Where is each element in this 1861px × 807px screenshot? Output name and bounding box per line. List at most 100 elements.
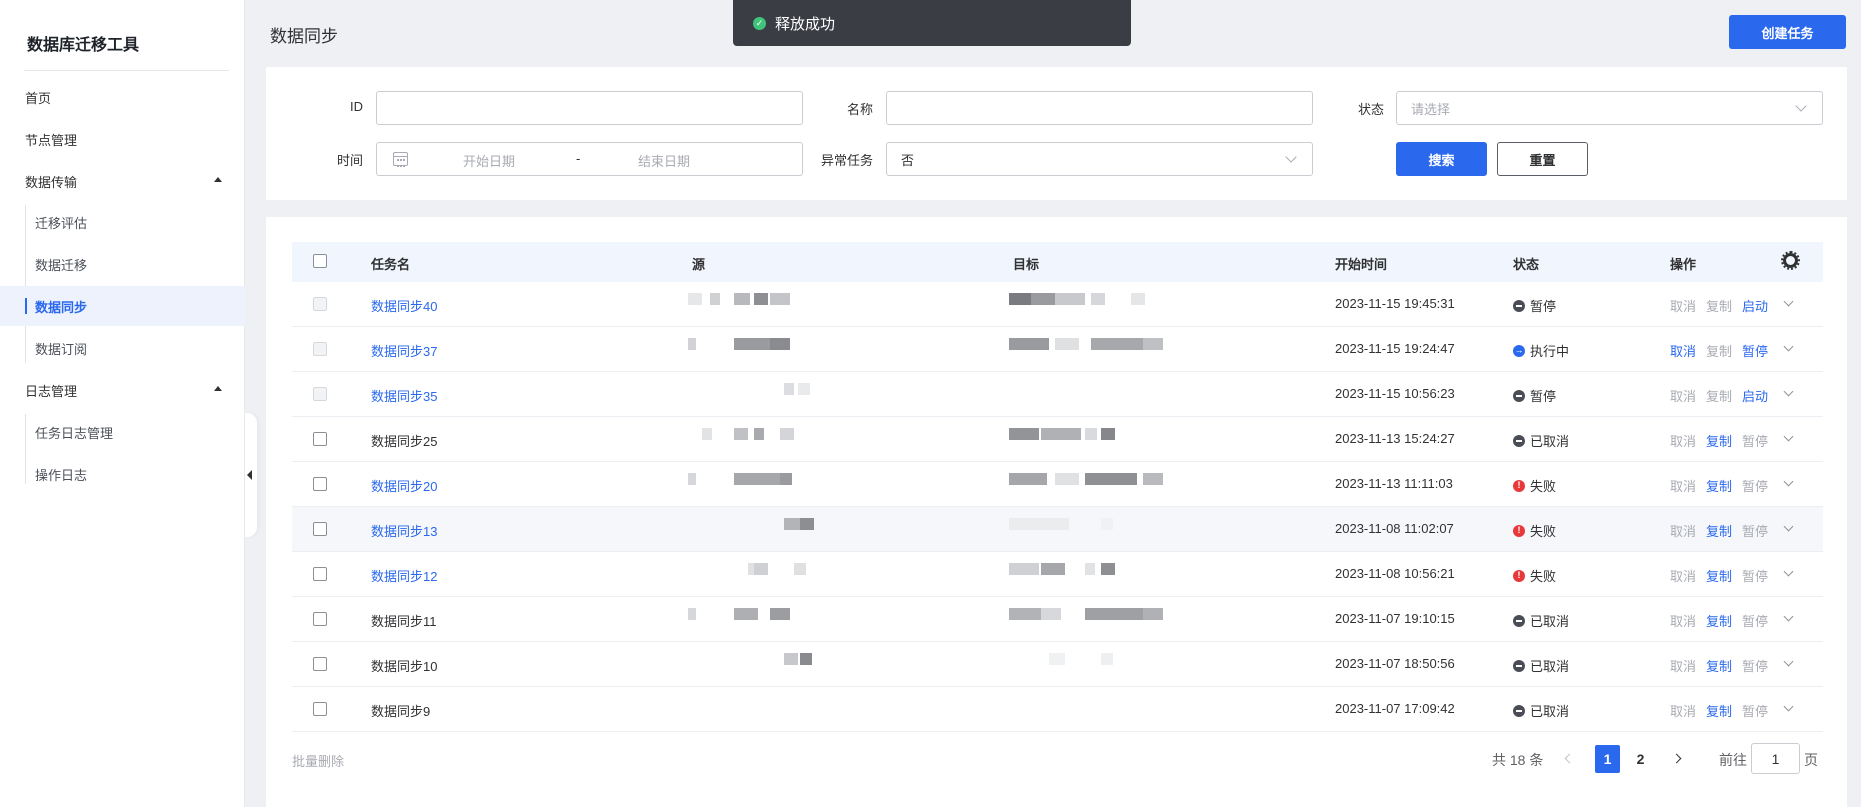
status-badge: ! 失败 [1513, 566, 1556, 585]
status-badge: ! 失败 [1513, 476, 1556, 495]
cancel-link[interactable]: 取消 [1670, 386, 1696, 405]
row-checkbox[interactable] [313, 477, 327, 491]
task-name[interactable]: 数据同步40 [371, 296, 437, 315]
status-text: 已取消 [1530, 704, 1570, 719]
abnormal-task-label: 异常任务 [820, 153, 873, 168]
nav-data-sync[interactable]: 数据同步 [0, 286, 245, 326]
cancel-link[interactable]: 取消 [1670, 656, 1696, 675]
success-toast: ✓ 释放成功 [733, 0, 1131, 46]
sidebar-collapse-toggle[interactable] [245, 413, 257, 537]
copy-link[interactable]: 复制 [1706, 386, 1732, 405]
copy-link[interactable]: 复制 [1706, 566, 1732, 585]
goto-prefix: 前往 [1719, 752, 1747, 768]
nav-log-management-label: 日志管理 [25, 383, 78, 399]
nav-data-migration[interactable]: 数据迁移 [0, 244, 245, 284]
start-time: 2023-11-07 17:09:42 [1335, 701, 1455, 716]
select-all-checkbox[interactable] [313, 254, 327, 268]
date-range-picker[interactable]: 开始日期 - 结束日期 [376, 142, 803, 176]
cancel-link[interactable]: 取消 [1670, 566, 1696, 585]
end-date-input[interactable]: 结束日期 [638, 151, 690, 170]
nav-data-transfer-label: 数据传输 [25, 174, 78, 190]
cancel-link[interactable]: 取消 [1670, 341, 1696, 360]
copy-link[interactable]: 复制 [1706, 341, 1732, 360]
page-2[interactable]: 2 [1628, 745, 1653, 773]
start-date-input[interactable]: 开始日期 [463, 151, 515, 170]
task-name[interactable]: 数据同步12 [371, 566, 437, 585]
nav-node-management[interactable]: 节点管理 [0, 119, 245, 159]
status-text: 失败 [1530, 524, 1557, 539]
status-text: 执行中 [1530, 344, 1570, 359]
reset-button[interactable]: 重置 [1497, 142, 1588, 176]
abnormal-task-select[interactable]: 否 [886, 142, 1313, 176]
target-redacted [1009, 648, 1193, 682]
row-checkbox[interactable] [313, 522, 327, 536]
toggle-link[interactable]: 暂停 [1742, 341, 1768, 360]
start-time: 2023-11-07 18:50:56 [1335, 656, 1455, 671]
cancel-link[interactable]: 取消 [1670, 521, 1696, 540]
task-name[interactable]: 数据同步20 [371, 476, 437, 495]
task-name[interactable]: 数据同步37 [371, 341, 437, 360]
copy-link[interactable]: 复制 [1706, 611, 1732, 630]
toggle-link[interactable]: 暂停 [1742, 566, 1768, 585]
copy-link[interactable]: 复制 [1706, 656, 1732, 675]
cancel-link[interactable]: 取消 [1670, 701, 1696, 720]
error-icon: ! [1513, 524, 1525, 537]
copy-link[interactable]: 复制 [1706, 521, 1732, 540]
nav-home[interactable]: 首页 [0, 77, 245, 117]
row-checkbox[interactable] [313, 432, 327, 446]
task-name[interactable]: 数据同步35 [371, 386, 437, 405]
task-name[interactable]: 数据同步13 [371, 521, 437, 540]
cancel-link[interactable]: 取消 [1670, 476, 1696, 495]
column-settings-gear-icon[interactable] [1781, 251, 1800, 270]
nav-data-transfer[interactable]: 数据传输 [0, 161, 245, 201]
toggle-link[interactable]: 启动 [1742, 296, 1768, 315]
cancel-link[interactable]: 取消 [1670, 296, 1696, 315]
toggle-link[interactable]: 暂停 [1742, 521, 1768, 540]
toggle-link[interactable]: 暂停 [1742, 656, 1768, 675]
goto-page-input[interactable] [1751, 743, 1800, 774]
row-checkbox[interactable] [313, 567, 327, 581]
row-checkbox[interactable] [313, 657, 327, 671]
copy-link[interactable]: 复制 [1706, 476, 1732, 495]
create-task-button[interactable]: 创建任务 [1729, 15, 1846, 49]
task-name: 数据同步10 [371, 659, 438, 674]
start-time: 2023-11-13 15:24:27 [1335, 431, 1455, 446]
nav-operation-log[interactable]: 操作日志 [0, 454, 245, 494]
copy-link[interactable]: 复制 [1706, 701, 1732, 720]
start-time: 2023-11-15 10:56:23 [1335, 386, 1455, 401]
page-1[interactable]: 1 [1595, 745, 1620, 773]
toggle-link[interactable]: 暂停 [1742, 701, 1768, 720]
target-redacted [1009, 378, 1193, 412]
row-checkbox[interactable] [313, 702, 327, 716]
col-source: 源 [692, 257, 706, 272]
nav-migration-assessment[interactable]: 迁移评估 [0, 202, 245, 242]
nav-task-log-management[interactable]: 任务日志管理 [0, 412, 245, 452]
toggle-link[interactable]: 暂停 [1742, 476, 1768, 495]
start-time: 2023-11-13 11:11:03 [1335, 476, 1453, 491]
id-input[interactable] [376, 91, 803, 125]
source-redacted [688, 333, 832, 367]
copy-link[interactable]: 复制 [1706, 296, 1732, 315]
toggle-link[interactable]: 暂停 [1742, 611, 1768, 630]
copy-link[interactable]: 复制 [1706, 431, 1732, 450]
status-badge: 已取消 [1513, 656, 1569, 675]
nav-data-subscription[interactable]: 数据订阅 [0, 328, 245, 368]
cancel-link[interactable]: 取消 [1670, 431, 1696, 450]
target-redacted [1009, 558, 1193, 592]
name-input[interactable] [886, 91, 1313, 125]
row-checkbox [313, 387, 327, 401]
start-time: 2023-11-15 19:45:31 [1335, 296, 1455, 311]
minus-circle-icon [1513, 299, 1525, 312]
nav-log-management[interactable]: 日志管理 [0, 370, 245, 410]
start-time: 2023-11-15 19:24:47 [1335, 341, 1455, 356]
row-checkbox[interactable] [313, 612, 327, 626]
status-select[interactable]: 请选择 [1396, 91, 1823, 125]
range-separator: - [576, 151, 581, 166]
search-button[interactable]: 搜索 [1396, 142, 1487, 176]
cancel-link[interactable]: 取消 [1670, 611, 1696, 630]
source-redacted [688, 648, 832, 682]
toggle-link[interactable]: 启动 [1742, 386, 1768, 405]
bulk-delete-button[interactable]: 批量删除 [292, 751, 344, 770]
status-text: 已取消 [1530, 434, 1570, 449]
toggle-link[interactable]: 暂停 [1742, 431, 1768, 450]
